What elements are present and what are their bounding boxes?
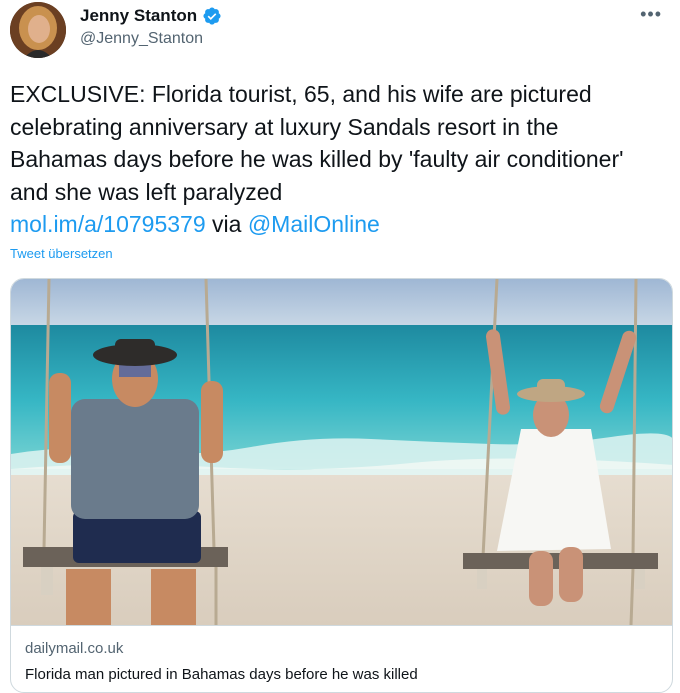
- author-handle[interactable]: @Jenny_Stanton: [80, 30, 203, 48]
- translate-tweet-link[interactable]: Tweet übersetzen: [10, 246, 113, 261]
- tweet-main-text: EXCLUSIVE: Florida tourist, 65, and his …: [10, 81, 624, 205]
- author-avatar[interactable]: [10, 2, 66, 58]
- verified-badge-icon: [202, 6, 222, 26]
- card-meta[interactable]: dailymail.co.uk Florida man pictured in …: [11, 625, 672, 692]
- link-preview-card[interactable]: dailymail.co.uk Florida man pictured in …: [10, 278, 673, 693]
- card-title: Florida man pictured in Bahamas days bef…: [25, 666, 418, 683]
- tweet-text: EXCLUSIVE: Florida tourist, 65, and his …: [10, 78, 650, 241]
- card-image[interactable]: [11, 279, 672, 625]
- author-display-name[interactable]: Jenny Stanton: [80, 6, 197, 26]
- more-horizontal-icon[interactable]: •••: [640, 4, 662, 25]
- article-link[interactable]: mol.im/a/10795379: [10, 211, 206, 237]
- card-domain: dailymail.co.uk: [25, 640, 124, 657]
- mention-link[interactable]: @MailOnline: [248, 211, 380, 237]
- via-text: via: [212, 211, 242, 237]
